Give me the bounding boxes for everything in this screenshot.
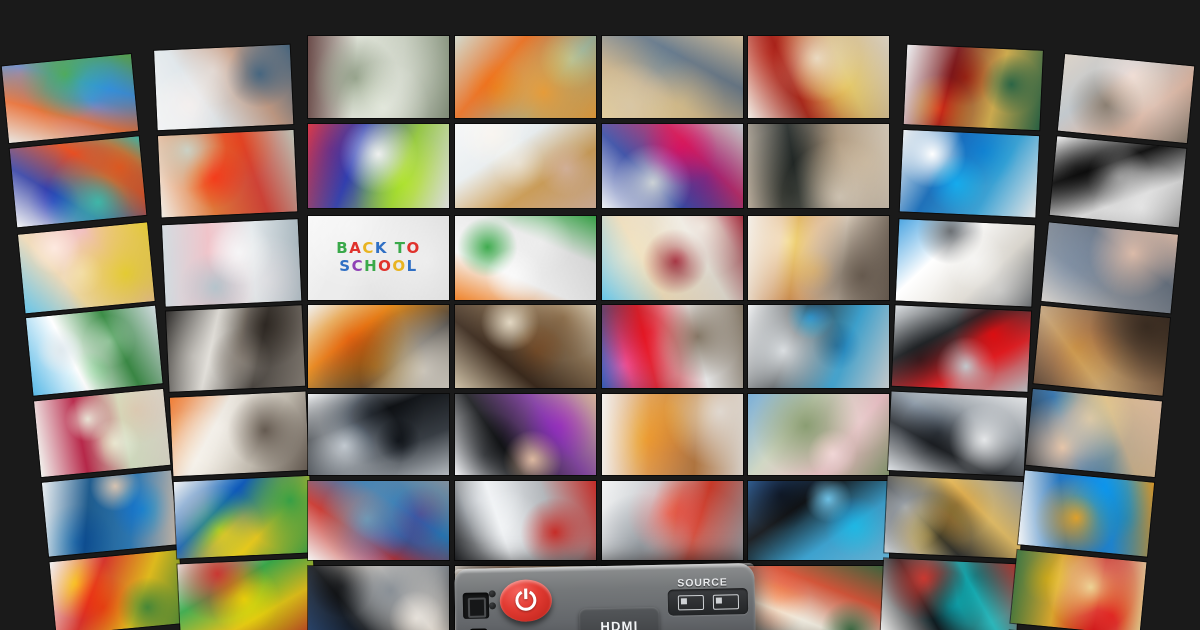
- thumbnail-image: [1010, 549, 1147, 630]
- thumbnail-image: [1033, 305, 1171, 396]
- remote-ir-port: [462, 592, 490, 619]
- hdmi-button-label: HDMI: [600, 617, 639, 630]
- thumbnail-image: [1025, 388, 1163, 478]
- video-wall: BACK TO SCHOOL ⏻ HDMI SOURCE: [0, 0, 1200, 630]
- tile-child-nebulizer[interactable]: [1041, 222, 1179, 314]
- column-7-wrapper: [39, 0, 1200, 630]
- overlay-text-line: BACK TO: [336, 239, 421, 258]
- tile-back-to-school[interactable]: BACK TO SCHOOL: [308, 216, 449, 300]
- source-output-icon: [712, 593, 739, 610]
- thumbnail-image: [1049, 136, 1187, 228]
- tile-piano-keys[interactable]: [1049, 136, 1187, 228]
- thumbnail-image: [1017, 470, 1155, 557]
- tile-overlay-text: BACK TO SCHOOL: [308, 216, 449, 300]
- source-input-icon: [677, 594, 704, 610]
- tile-guitar-playing[interactable]: [1025, 388, 1163, 478]
- tile-battery-saving[interactable]: [1017, 470, 1155, 557]
- thumbnail-image: [1041, 222, 1179, 314]
- remote-indicator-dot: [488, 590, 496, 598]
- thumbnail-image: [1057, 53, 1195, 144]
- power-button[interactable]: ⏻: [499, 579, 553, 623]
- hdmi-button[interactable]: HDMI: [579, 606, 660, 630]
- tile-christmas-bauble[interactable]: [1010, 549, 1147, 630]
- power-icon: ⏻: [514, 584, 537, 616]
- tile-gavel-library[interactable]: [1033, 305, 1171, 396]
- source-button[interactable]: [667, 588, 749, 616]
- tile-handwashing[interactable]: [1057, 53, 1195, 144]
- remote-indicator-dot: [488, 602, 497, 610]
- tv-remote-control[interactable]: ⏻ HDMI SOURCE: [454, 562, 756, 630]
- overlay-text-line: SCHOOL: [339, 257, 418, 275]
